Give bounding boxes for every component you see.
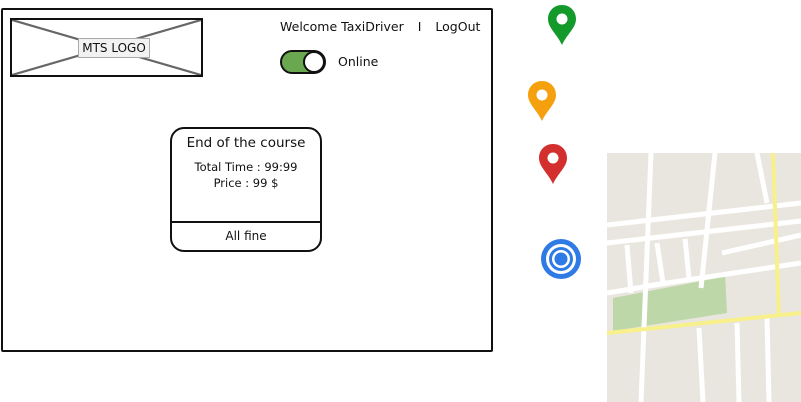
mockup-canvas: MTS LOGO Welcome TaxiDriver I LogOut Onlin… <box>0 0 801 402</box>
online-toggle[interactable] <box>280 50 326 74</box>
nav-separator: I <box>417 19 422 34</box>
welcome-text: Welcome TaxiDriver <box>280 19 404 34</box>
total-time-text: Total Time : 99:99 <box>194 160 298 174</box>
map-pin-green-icon <box>548 5 576 45</box>
logout-link[interactable]: LogOut <box>435 19 480 34</box>
logo-label: MTS LOGO <box>78 38 150 58</box>
toggle-knob <box>303 51 325 73</box>
logo-placeholder: MTS LOGO <box>10 18 203 77</box>
header-nav: Welcome TaxiDriver I LogOut <box>280 18 480 36</box>
map-pin-red-icon <box>539 144 567 184</box>
card-title: End of the course <box>186 135 306 151</box>
online-status-label: Online <box>338 54 379 69</box>
map-tile <box>607 153 801 402</box>
map-pin-orange-icon <box>528 81 556 121</box>
price-text: Price : 99 $ <box>213 176 279 190</box>
course-summary-card: End of the course Total Time : 99:99 Pri… <box>170 127 322 252</box>
all-fine-button[interactable]: All fine <box>172 223 320 250</box>
my-location-icon <box>541 239 581 279</box>
